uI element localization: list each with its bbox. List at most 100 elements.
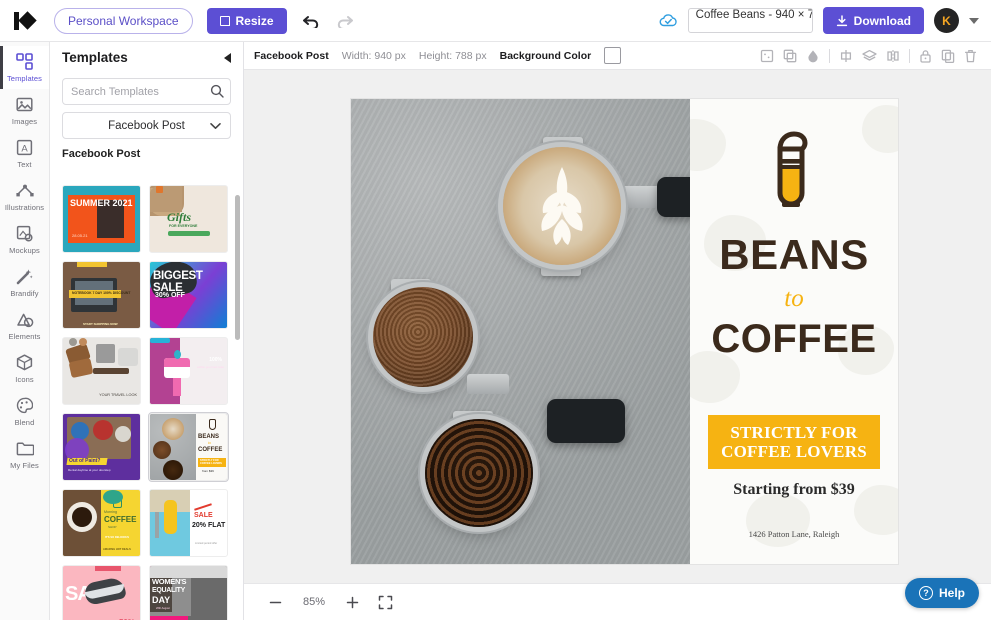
sidebar-label: Illustrations [4, 202, 45, 212]
delete-icon[interactable] [964, 49, 977, 63]
templates-scrollbar[interactable] [235, 195, 240, 340]
artboard-price[interactable]: Starting from $39 [690, 481, 898, 499]
sidebar-item-illustrations[interactable]: Illustrations [0, 175, 49, 218]
canvas-host[interactable]: BEANS to COFFEE STRICTLY FOR COFFEE LOVE… [244, 70, 991, 620]
left-sidebar: Templates Images A Text Illustrations Mo… [0, 42, 50, 620]
zoom-bar: 85% [244, 583, 991, 620]
template-thumb-out-of-paint[interactable]: Out of Paint? Rental daytime at your doo… [62, 413, 141, 481]
avatar[interactable]: K [934, 8, 959, 33]
artboard-address[interactable]: 1426 Patton Lane, Raleigh [690, 529, 898, 539]
duplicate-frame-icon[interactable] [783, 49, 797, 63]
ground-coffee-basket [373, 287, 473, 387]
sidebar-label: Blend [14, 417, 35, 427]
sidebar-label: Templates [6, 73, 43, 83]
resize-button[interactable]: Resize [206, 7, 287, 34]
artboard-subhead[interactable]: COFFEE [690, 317, 898, 362]
template-thumb-womens-equality-day[interactable]: Welcome to the WOMEN'S EQUALITY DAY 26th… [149, 565, 228, 620]
artboard-headline[interactable]: BEANS [690, 231, 898, 279]
template-thumb-beans-to-coffee[interactable]: BEANS to COFFEE STRICTLY FOR COFFEE LOVE… [148, 412, 229, 482]
elements-icon [16, 311, 34, 329]
artboard-connector[interactable]: to [690, 285, 898, 313]
canvas-tools [760, 48, 981, 63]
search-input[interactable] [62, 78, 231, 105]
plus-icon[interactable] [345, 595, 360, 610]
align-icon[interactable] [839, 49, 853, 63]
flip-icon[interactable] [886, 49, 900, 63]
template-thumb-your-travel-look[interactable]: YOUR TRAVEL LOOK [62, 337, 141, 405]
fit-screen-icon[interactable] [378, 595, 393, 610]
download-button[interactable]: Download [822, 7, 924, 34]
sidebar-label: Text [17, 159, 32, 169]
background-color-label: Background Color [499, 49, 592, 62]
panel-header: Templates [50, 42, 243, 73]
template-thumb-gifts[interactable]: Gifts FOR EVERYONE [149, 185, 228, 253]
magic-wand-icon [16, 268, 33, 286]
portafilter-handle [547, 399, 625, 443]
crop-icon[interactable] [760, 49, 774, 63]
sidebar-item-text[interactable]: A Text [0, 132, 49, 175]
background-color-swatch[interactable] [604, 47, 622, 64]
sidebar-item-mockups[interactable]: Mockups [0, 218, 49, 261]
sidebar-item-images[interactable]: Images [0, 89, 49, 132]
tool-divider [829, 48, 830, 63]
help-label: Help [938, 586, 965, 600]
template-thumb-cake-promo[interactable]: 100% edible gourmet cake [149, 337, 228, 405]
workspace-label: Personal Workspace [68, 13, 179, 28]
sidebar-item-brandify[interactable]: Brandify [0, 261, 49, 304]
question-mark-icon: ? [918, 586, 933, 600]
chevron-down-icon [210, 122, 221, 130]
top-toolbar-right: Coffee Beans - 940 × 788 p Download K [659, 7, 979, 34]
redo-icon[interactable] [335, 14, 353, 28]
account-menu-chevron-down-icon[interactable] [969, 17, 979, 24]
templates-panel: Templates Facebook Post [50, 42, 244, 620]
artboard-promo-band[interactable]: STRICTLY FOR COFFEE LOVERS [708, 415, 880, 469]
template-thumb-biggest-sale[interactable]: BIGGEST SALE 30% OFF [149, 261, 228, 329]
help-button[interactable]: ? Help [904, 578, 979, 608]
template-thumb-summer-2021[interactable]: SUMMER 2021 28.05.21 [62, 185, 141, 253]
coffee-glass-logo[interactable] [765, 129, 823, 226]
folder-icon [16, 440, 34, 458]
layers-icon[interactable] [862, 49, 877, 63]
download-label: Download [853, 13, 911, 28]
avatar-initial: K [942, 13, 951, 28]
templates-icon [16, 53, 33, 71]
personal-workspace-button[interactable]: Personal Workspace [54, 7, 193, 34]
sidebar-label: My Files [10, 460, 39, 470]
minus-icon[interactable] [268, 595, 283, 610]
sidebar-item-templates[interactable]: Templates [0, 46, 49, 89]
sidebar-label: Icons [15, 374, 34, 384]
artboard-photo[interactable] [351, 99, 690, 564]
collapse-left-icon[interactable] [224, 52, 231, 63]
bean-blob [862, 105, 898, 153]
template-thumb-morning-coffee[interactable]: Morning COFFEE SHOP IT'S SO DELICIOUS AM… [62, 489, 141, 557]
sidebar-item-blend[interactable]: Blend [0, 390, 49, 433]
search-icon[interactable] [210, 84, 224, 103]
opacity-droplet-icon[interactable] [806, 49, 820, 63]
template-thumb-laptop-discount[interactable]: NOTEBOOK 7 DAY 100% DISCOUNT START SHOPP… [62, 261, 141, 329]
coffee-beans-basket [425, 419, 533, 527]
sidebar-item-my-files[interactable]: My Files [0, 433, 49, 476]
design-title-input[interactable]: Coffee Beans - 940 × 788 p [687, 8, 813, 33]
sidebar-item-icons[interactable]: Icons [0, 347, 49, 390]
category-select[interactable]: Facebook Post [62, 112, 231, 139]
sidebar-label: Mockups [9, 245, 40, 255]
sidebar-label: Elements [8, 331, 41, 341]
artboard-design-side[interactable]: BEANS to COFFEE STRICTLY FOR COFFEE LOVE… [690, 99, 898, 564]
resize-label: Resize [235, 13, 274, 28]
design-editor-window: Personal Workspace Resize Coffee Beans -… [0, 0, 991, 620]
sidebar-label: Brandify [10, 288, 39, 298]
lock-icon[interactable] [919, 49, 932, 63]
promo-line-2: COFFEE LOVERS [721, 442, 867, 461]
template-thumb-sale-50[interactable]: SALE 50% Happy Shopping [62, 565, 141, 620]
sidebar-item-elements[interactable]: Elements [0, 304, 49, 347]
undo-icon[interactable] [302, 14, 321, 28]
top-toolbar: Personal Workspace Resize Coffee Beans -… [0, 0, 991, 42]
artboard[interactable]: BEANS to COFFEE STRICTLY FOR COFFEE LOVE… [351, 99, 898, 564]
canvas-options-bar: Facebook Post Width: 940 px Height: 788 … [244, 42, 991, 70]
palette-icon [16, 397, 33, 415]
panel-controls: Facebook Post Facebook Post [50, 78, 243, 160]
app-logo-icon[interactable] [14, 11, 40, 31]
template-thumb-sale-20-flat[interactable]: SALE 20% FLAT Limited period offer [149, 489, 228, 557]
mockups-icon [16, 225, 33, 243]
copy-icon[interactable] [941, 49, 955, 63]
